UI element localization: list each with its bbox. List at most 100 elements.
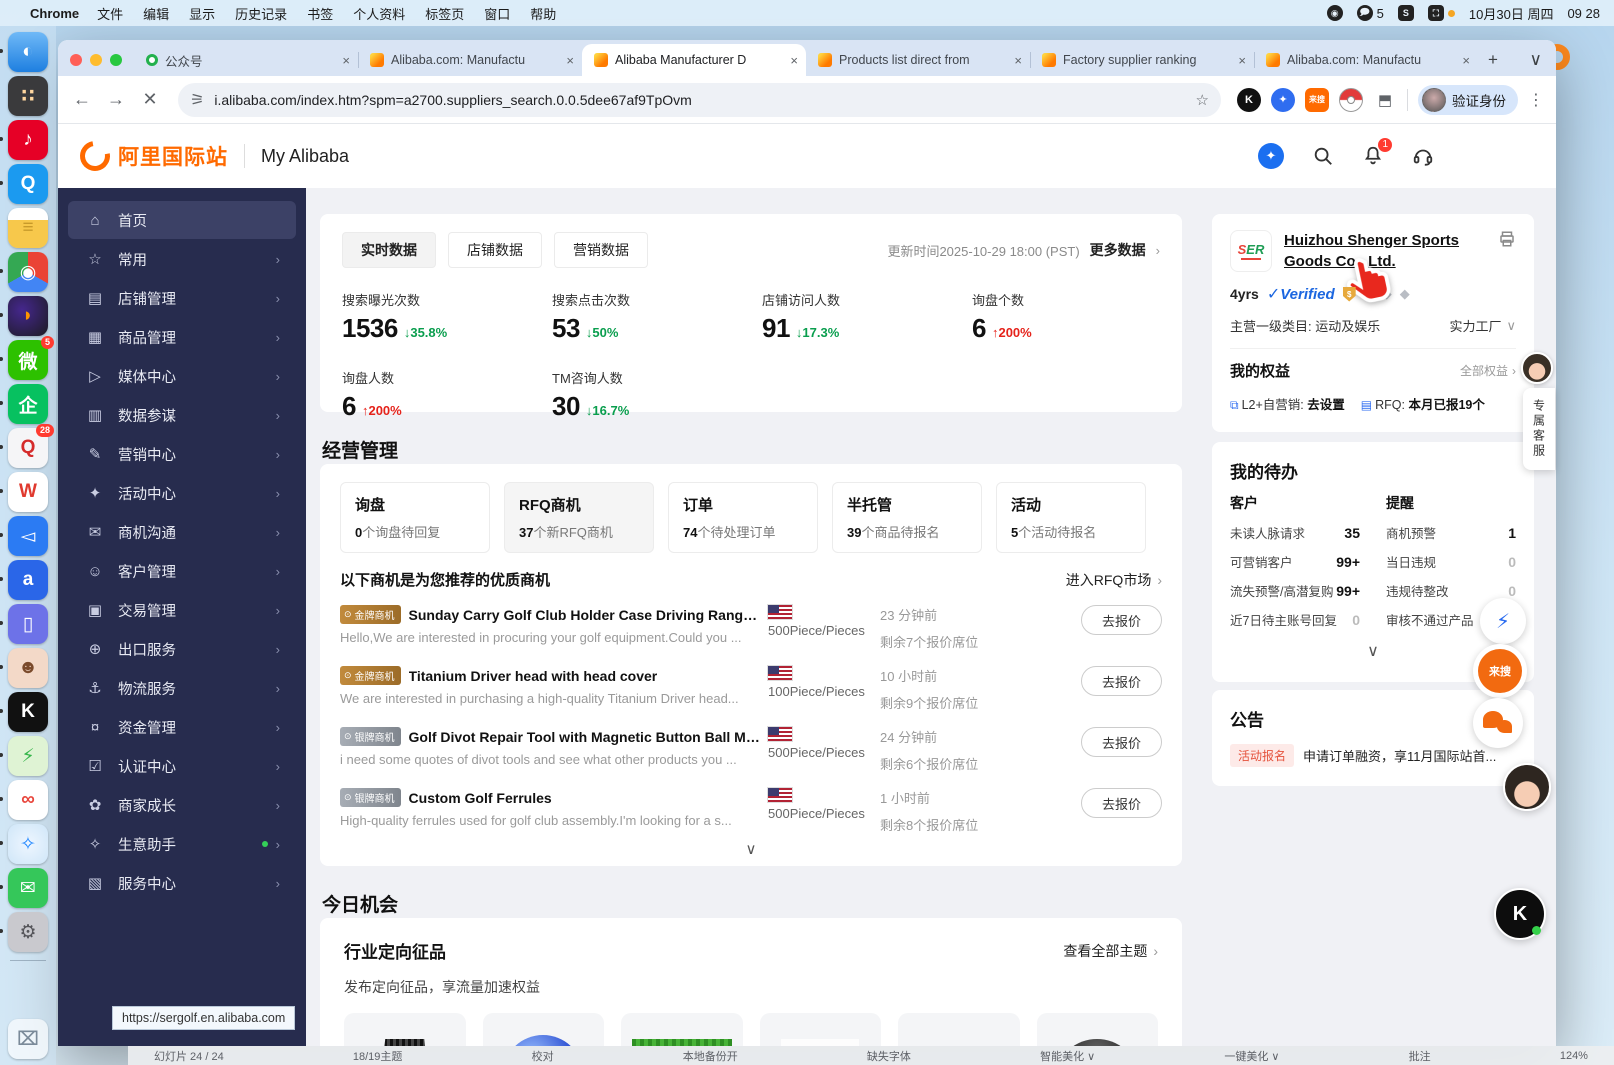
sidebar-item[interactable]: ▥ 数据参谋 › <box>68 396 296 434</box>
search-icon[interactable] <box>1312 145 1334 167</box>
extension-laisou-icon[interactable]: 来搜 <box>1305 87 1329 112</box>
dock-app-icon[interactable]: 微 5 <box>0 336 54 380</box>
todo-row[interactable]: 流失预警/高潜复购 99+ <box>1230 581 1360 600</box>
dock-app-icon[interactable]: Q <box>0 164 48 204</box>
dock-app-icon[interactable]: ◅ <box>0 516 48 556</box>
dock-app-icon[interactable]: ✉ <box>0 868 48 908</box>
printer-icon[interactable] <box>1498 230 1516 272</box>
laisou-float-button[interactable]: 来搜 <box>1473 644 1527 698</box>
view-all-themes-link[interactable]: 查看全部主题 › <box>1063 941 1158 961</box>
bookmark-star-icon[interactable]: ☆ <box>1196 91 1209 109</box>
browser-tab[interactable]: Alibaba.com: Manufactu × <box>358 44 582 76</box>
extension-k-icon[interactable]: K <box>1237 87 1261 112</box>
stats-tab[interactable]: 实时数据 <box>342 232 436 268</box>
expand-chevron-icon[interactable]: ∨ <box>320 840 1182 858</box>
rfq-title[interactable]: Titanium Driver head with head cover <box>409 668 658 684</box>
dock-app-icon[interactable]: a <box>0 560 48 600</box>
stats-tab[interactable]: 店铺数据 <box>448 232 542 268</box>
tab-close-icon[interactable]: × <box>1014 53 1022 68</box>
sidebar-item[interactable]: ▷ 媒体中心 › <box>68 357 296 395</box>
dedicated-service-tab[interactable]: 专属客服 <box>1523 388 1555 470</box>
biz-shortcut[interactable]: 半托管 39个商品待报名 <box>832 482 982 553</box>
back-button[interactable]: ← <box>70 89 94 110</box>
sidebar-item[interactable]: ☑ 认证中心 › <box>68 747 296 785</box>
dock-app-icon[interactable]: ◉ <box>0 252 48 292</box>
quote-button[interactable]: 去报价 <box>1080 605 1162 635</box>
product-thumbnail[interactable] <box>344 1013 466 1046</box>
todo-row[interactable]: 当日违规 0 <box>1386 552 1516 571</box>
product-thumbnail[interactable] <box>759 1013 881 1046</box>
todo-row[interactable]: 可营销客户 99+ <box>1230 552 1360 571</box>
rfq-row[interactable]: 金牌商机 Sunday Carry Golf Club Holder Case … <box>340 605 1162 651</box>
menubar-item[interactable]: 标签页 <box>425 4 464 23</box>
menubar-item[interactable]: 编辑 <box>143 4 169 23</box>
extension-gem-icon[interactable]: ✦ <box>1271 87 1295 112</box>
dock-app-icon[interactable]: ∞ <box>0 780 48 820</box>
rfq-title[interactable]: Custom Golf Ferrules <box>409 790 552 806</box>
l2-marketing[interactable]: ⧉ L2+自营销: 去设置 <box>1230 394 1345 413</box>
product-thumbnail[interactable] <box>621 1013 743 1046</box>
tab-close-icon[interactable]: × <box>566 53 574 68</box>
dock-app-icon[interactable]: ◐ <box>0 32 48 72</box>
new-tab-button[interactable]: + <box>1478 50 1508 76</box>
sidebar-item[interactable]: ☺ 客户管理 › <box>68 552 296 590</box>
quick-chat-float-button[interactable]: ⚡ <box>1480 598 1526 644</box>
wechat-float-button[interactable] <box>1473 698 1523 748</box>
site-info-icon[interactable]: ⚞ <box>190 90 204 110</box>
dock-app-icon[interactable]: W <box>0 472 48 512</box>
browser-tab[interactable]: 公众号 × <box>134 44 358 76</box>
product-thumbnail[interactable] <box>1036 1013 1158 1046</box>
browser-menu-icon[interactable]: ⋮ <box>1528 90 1544 110</box>
sidebar-item[interactable]: ¤ 资金管理 › <box>68 708 296 746</box>
headset-support-icon[interactable] <box>1412 145 1434 167</box>
todo-row[interactable]: 近7日待主账号回复 0 <box>1230 610 1360 629</box>
quote-button[interactable]: 去报价 <box>1080 788 1162 818</box>
tab-close-icon[interactable]: × <box>790 53 798 68</box>
rfq-title[interactable]: Sunday Carry Golf Club Holder Case Drivi… <box>409 607 760 623</box>
menubar-time[interactable]: 09 28 <box>1567 6 1600 21</box>
sidebar-item[interactable]: ✿ 商家成长 › <box>68 786 296 824</box>
menubar-app-name[interactable]: Chrome <box>30 6 79 21</box>
menubar-item[interactable]: 书签 <box>307 4 333 23</box>
dock-app-icon[interactable]: ⚙ <box>0 912 48 952</box>
sidebar-item[interactable]: ✎ 营销中心 › <box>68 435 296 473</box>
tab-close-icon[interactable]: × <box>342 53 350 68</box>
sidebar-item[interactable]: ▦ 商品管理 › <box>68 318 296 356</box>
browser-tab[interactable]: Alibaba.com: Manufactu × <box>1254 44 1478 76</box>
rfq-market-link[interactable]: 进入RFQ市场 › <box>1066 570 1162 590</box>
close-window-button[interactable] <box>70 54 82 66</box>
sidebar-item[interactable]: ▣ 交易管理 › <box>68 591 296 629</box>
menubar-item[interactable]: 历史记录 <box>235 4 287 23</box>
more-data-link[interactable]: 更多数据 <box>1090 240 1146 260</box>
notice-item[interactable]: 活动报名 申请订单融资，享11月国际站首... <box>1230 744 1516 767</box>
dock-app-icon[interactable]: ⚡ <box>0 736 48 776</box>
trash-icon[interactable]: ⌧ <box>8 1019 48 1059</box>
global-compass-icon[interactable]: ✦ <box>1258 143 1284 169</box>
browser-tab[interactable]: Products list direct from × <box>806 44 1030 76</box>
factory-tag[interactable]: 实力工厂 ∨ <box>1449 316 1516 335</box>
k-float-button[interactable]: K <box>1494 888 1546 940</box>
biz-shortcut[interactable]: 订单 74个待处理订单 <box>668 482 818 553</box>
menubar-item[interactable]: 帮助 <box>530 4 556 23</box>
dock-app-icon[interactable]: Q 28 <box>0 424 54 468</box>
record-icon[interactable]: ◉ <box>1326 5 1343 21</box>
zoom-window-button[interactable] <box>110 54 122 66</box>
menubar-item[interactable]: 个人资料 <box>353 4 405 23</box>
minimize-window-button[interactable] <box>90 54 102 66</box>
sidebar-item[interactable]: ✦ 活动中心 › <box>68 474 296 512</box>
dock-app-icon[interactable]: ≡ <box>8 208 48 248</box>
rfq-title[interactable]: Golf Divot Repair Tool with Magnetic But… <box>409 729 760 745</box>
url-text[interactable]: i.alibaba.com/index.htm?spm=a2700.suppli… <box>214 92 1185 108</box>
sidebar-item[interactable]: ▧ 服务中心 › <box>68 864 296 902</box>
menubar-item[interactable]: 显示 <box>189 4 215 23</box>
rfq-row[interactable]: 银牌商机 Golf Divot Repair Tool with Magneti… <box>340 727 1162 773</box>
profile-chip[interactable]: 验证身份 <box>1418 84 1518 115</box>
dock-app-icon[interactable]: ✧ <box>0 824 48 864</box>
extensions-puzzle-icon[interactable]: ⬒ <box>1373 88 1397 112</box>
all-rights-link[interactable]: 全部权益 › <box>1460 362 1516 379</box>
toggles-menubar[interactable]: ⛶ <box>1427 5 1455 21</box>
sidebar-item[interactable]: ▤ 店铺管理 › <box>68 279 296 317</box>
tab-close-icon[interactable]: × <box>1462 53 1470 68</box>
service-agent-avatar[interactable] <box>1521 352 1553 384</box>
quote-button[interactable]: 去报价 <box>1080 727 1162 757</box>
